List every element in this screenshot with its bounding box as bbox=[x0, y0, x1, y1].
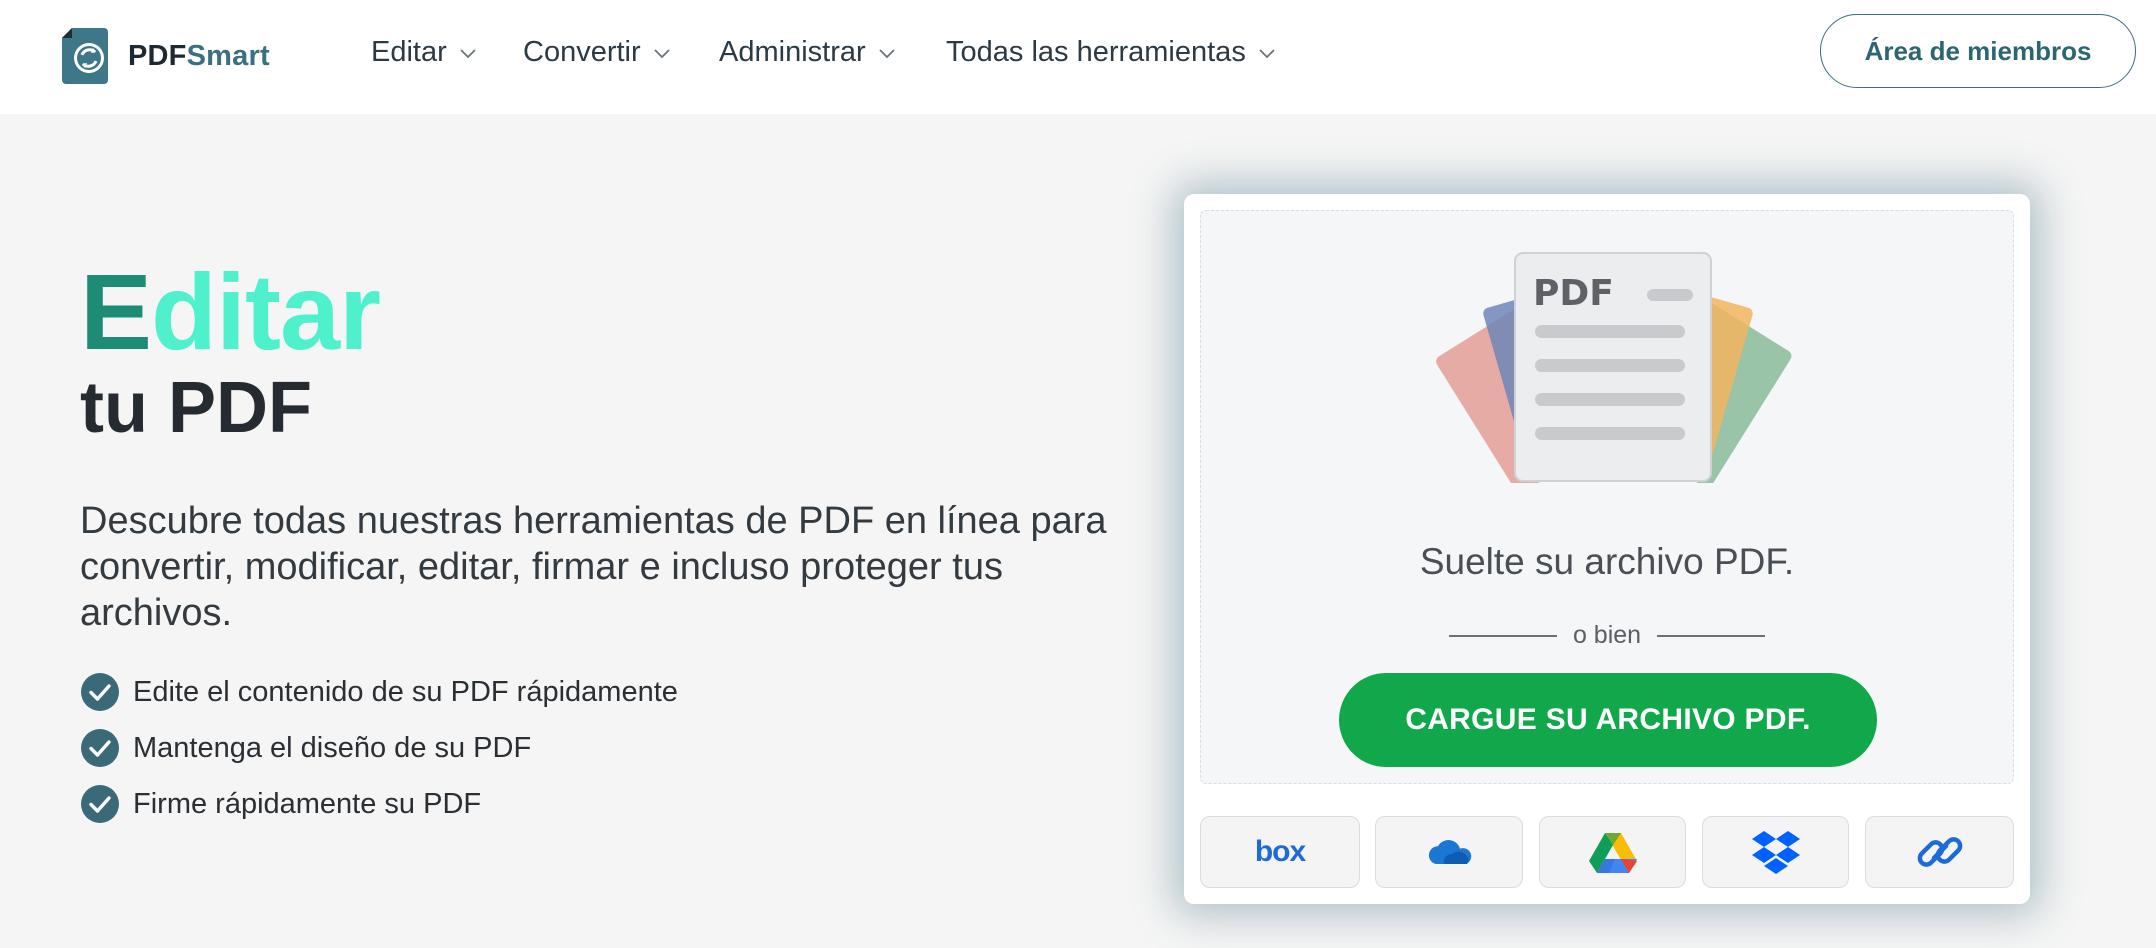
google-drive-icon bbox=[1588, 833, 1637, 873]
drop-zone-title: Suelte su archivo PDF. bbox=[1419, 541, 1795, 582]
hero-title: Editar bbox=[80, 258, 381, 366]
feature-item-text: Mantenga el diseño de su PDF bbox=[133, 731, 532, 764]
pdf-illustration-label: PDF bbox=[1533, 273, 1614, 314]
or-divider-text: o bien bbox=[1572, 621, 1642, 649]
nav-administrar-label: Administrar bbox=[719, 36, 866, 68]
google-drive-source-button[interactable] bbox=[1539, 816, 1686, 888]
onedrive-icon bbox=[1428, 840, 1472, 864]
chevron-down-icon bbox=[654, 48, 670, 58]
pdf-files-illustration: P x PDF bbox=[1436, 252, 1792, 483]
pdfsmart-logo-icon bbox=[62, 28, 108, 84]
file-drop-zone[interactable]: P x PDF Suelte su archivo PDF. o bien CA bbox=[1200, 210, 2014, 784]
hero-description: Descubre todas nuestras herramientas de … bbox=[80, 500, 1107, 634]
dropbox-icon bbox=[1751, 831, 1800, 874]
link-icon bbox=[1917, 837, 1962, 867]
feature-item: Mantenga el diseño de su PDF bbox=[80, 720, 678, 776]
feature-list: Edite el contenido de su PDF rápidamente… bbox=[80, 664, 678, 832]
or-divider: o bien bbox=[1201, 621, 2013, 650]
link-source-button[interactable] bbox=[1865, 816, 2014, 888]
nav-convertir-label: Convertir bbox=[523, 36, 641, 68]
logo-text-part2: Smart bbox=[186, 39, 270, 72]
nav-todas-label: Todas las herramientas bbox=[946, 36, 1246, 68]
check-circle-icon bbox=[81, 785, 119, 823]
onedrive-source-button[interactable] bbox=[1375, 816, 1523, 888]
upload-pdf-button[interactable]: CARGUE SU ARCHIVO PDF. bbox=[1339, 673, 1877, 767]
divider-line bbox=[1448, 634, 1557, 637]
feature-item-text: Edite el contenido de su PDF rápidamente bbox=[133, 675, 678, 708]
chevron-down-icon bbox=[879, 48, 895, 58]
feature-item: Firme rápidamente su PDF bbox=[80, 776, 678, 832]
chevron-down-icon bbox=[460, 48, 476, 58]
box-source-button[interactable]: box bbox=[1200, 816, 1360, 888]
cloud-source-buttons: box bbox=[1200, 816, 2014, 888]
nav-administrar[interactable]: Administrar bbox=[719, 36, 896, 69]
hero-subtitle: tu PDF bbox=[80, 368, 312, 448]
dropbox-source-button[interactable] bbox=[1702, 816, 1849, 888]
nav-editar-label: Editar bbox=[371, 36, 447, 68]
check-circle-icon bbox=[81, 729, 119, 767]
hero-title-rest: ditar bbox=[151, 251, 381, 372]
top-navbar: PDFSmart Editar Convertir Administrar To… bbox=[0, 0, 2156, 114]
nav-editar[interactable]: Editar bbox=[371, 36, 477, 69]
feature-item: Edite el contenido de su PDF rápidamente bbox=[80, 664, 678, 720]
upload-card: P x PDF Suelte su archivo PDF. o bien CA bbox=[1184, 194, 2030, 904]
box-icon: box bbox=[1255, 835, 1308, 868]
logo-text: PDFSmart bbox=[128, 40, 270, 73]
nav-todas-las-herramientas[interactable]: Todas las herramientas bbox=[946, 36, 1276, 69]
nav-convertir[interactable]: Convertir bbox=[523, 36, 671, 69]
check-circle-icon bbox=[81, 673, 119, 711]
pdfsmart-logo[interactable]: PDFSmart bbox=[62, 28, 270, 84]
logo-text-part1: PDF bbox=[128, 39, 187, 72]
chevron-down-icon bbox=[1259, 48, 1275, 58]
divider-line bbox=[1657, 634, 1766, 637]
feature-item-text: Firme rápidamente su PDF bbox=[133, 787, 482, 820]
box-source-label: box bbox=[1255, 835, 1307, 868]
hero-title-first-letter: E bbox=[80, 251, 152, 372]
members-area-button[interactable]: Área de miembros bbox=[1820, 14, 2136, 88]
